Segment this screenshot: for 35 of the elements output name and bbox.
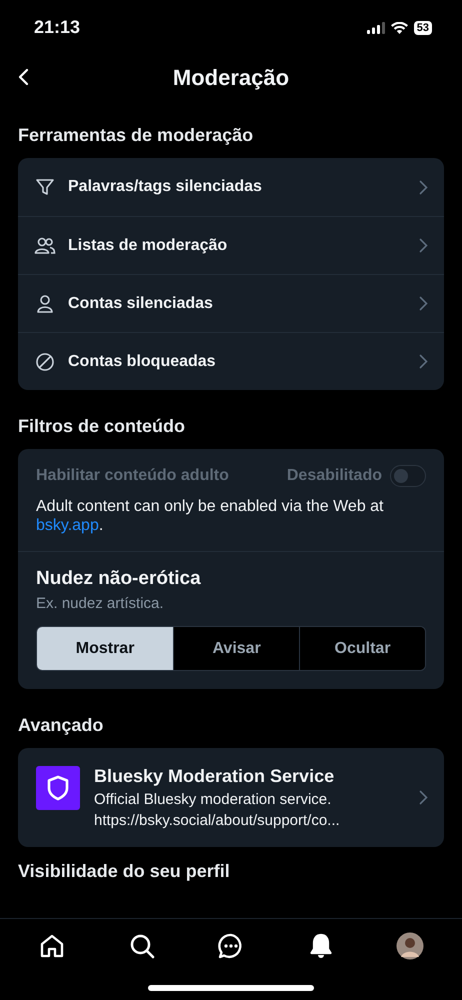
section-heading: Ferramentas de moderação (18, 125, 254, 146)
menu-item[interactable]: Contas silenciadas (18, 274, 444, 332)
block-icon (34, 352, 56, 372)
chevron-icon (419, 790, 428, 806)
adult-content-label: Habilitar conteúdo adulto (36, 467, 230, 485)
menu-item[interactable]: Listas de moderação (18, 216, 444, 274)
section-heading: Visibilidade do seu perfil (18, 861, 231, 882)
service-description: Official Bluesky moderation service. (94, 791, 332, 808)
segment-option[interactable]: Ocultar (299, 627, 425, 670)
signal-icon (366, 22, 385, 34)
shield-icon (36, 766, 80, 810)
moderation-service-card[interactable]: Bluesky Moderation Service Official Bluesky moderation service. https://bsky.social/about/support/co... (18, 748, 444, 848)
segment-option[interactable]: Mostrar (37, 627, 174, 670)
section-heading: Filtros de conteúdo (18, 416, 186, 437)
wifi-icon (390, 22, 408, 34)
filter-subtitle: Ex. nudez artística. (36, 595, 165, 612)
person-icon (34, 294, 56, 314)
status-time: 21:13 (34, 17, 80, 38)
toggle-state-text: Desabilitado (286, 467, 382, 485)
notice-text: Adult content can only be enabled via the Web at bsky.app. (18, 497, 444, 552)
chevron-icon (419, 354, 428, 369)
service-url: https://bsky.social/about/support/co... (94, 812, 341, 830)
page-title: Moderação (172, 65, 290, 91)
chevron-icon (419, 296, 428, 311)
filter-title: Nudez não-erótica (36, 568, 202, 590)
menu-item[interactable]: Contas bloqueadas (18, 332, 444, 390)
web-link[interactable]: bsky.app (36, 517, 99, 534)
people-icon (34, 236, 56, 256)
chevron-icon (419, 238, 428, 253)
filter-icon (34, 177, 56, 197)
menu-item[interactable]: Palavras/tags silenciadas (18, 158, 444, 216)
service-name: Bluesky Moderation Service (94, 766, 336, 788)
section-heading: Avançado (18, 715, 104, 736)
chevron-icon (419, 180, 428, 194)
battery-level: 53 (414, 20, 432, 34)
